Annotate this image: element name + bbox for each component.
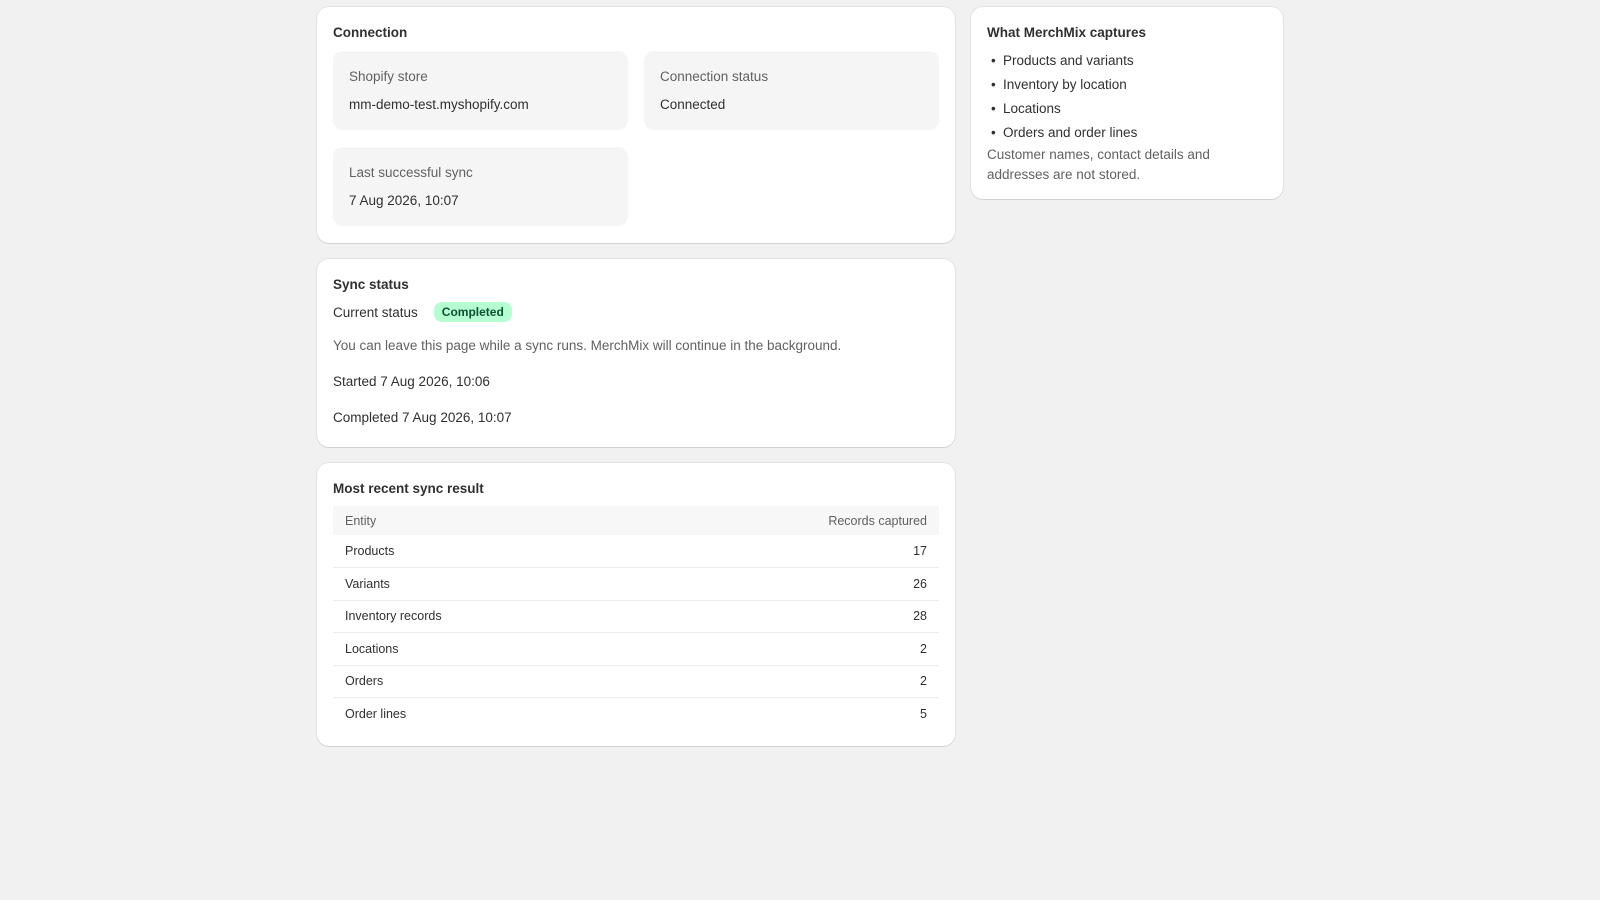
table-row: Inventory records 28 xyxy=(333,600,939,633)
current-status-label: Current status xyxy=(333,304,418,320)
list-item: Inventory by location xyxy=(987,73,1267,97)
entity-cell: Locations xyxy=(333,632,634,666)
sync-result-title: Most recent sync result xyxy=(333,481,484,496)
privacy-note: Customer names, contact details and addr… xyxy=(987,147,1210,182)
table-row: Order lines 5 xyxy=(333,698,939,731)
sync-status-card: Sync status Current status Completed You… xyxy=(317,259,955,447)
connection-status-tile: Connection status Connected xyxy=(644,51,939,130)
records-cell: 2 xyxy=(633,665,939,698)
sync-result-card: Most recent sync result Entity Records c… xyxy=(317,463,955,746)
last-sync-value: 7 Aug 2026, 10:07 xyxy=(349,193,459,208)
connection-card: Connection Shopify store mm-demo-test.my… xyxy=(317,7,955,243)
records-cell: 28 xyxy=(633,600,939,633)
entity-cell: Orders xyxy=(333,665,634,698)
connection-status-label: Connection status xyxy=(660,69,769,84)
sync-started-time: Started 7 Aug 2026, 10:06 xyxy=(333,374,490,389)
entity-cell: Products xyxy=(333,535,634,568)
connection-status-value: Connected xyxy=(660,97,726,112)
captures-card: What MerchMix captures Products and vari… xyxy=(971,7,1283,199)
sync-result-table: Entity Records captured Products 17 Vari… xyxy=(333,506,939,730)
list-item: Locations xyxy=(987,97,1267,121)
records-cell: 5 xyxy=(920,707,927,721)
records-cell: 26 xyxy=(633,567,939,601)
connection-title: Connection xyxy=(333,25,408,40)
entity-cell: Order lines xyxy=(345,707,407,721)
current-status-row: Current status Completed xyxy=(333,301,939,323)
table-row: Locations 2 xyxy=(333,632,939,666)
last-sync-label: Last successful sync xyxy=(349,165,473,180)
table-row: Variants 26 xyxy=(333,567,939,601)
entity-cell: Inventory records xyxy=(333,600,634,633)
records-cell: 2 xyxy=(633,632,939,666)
shopify-store-tile: Shopify store mm-demo-test.myshopify.com xyxy=(333,51,628,130)
table-header-row: Entity Records captured xyxy=(333,506,939,535)
table-row: Orders 2 xyxy=(333,665,939,698)
captures-title: What MerchMix captures xyxy=(987,25,1147,40)
column-header-records: Records captured xyxy=(633,506,939,535)
entity-cell: Variants xyxy=(333,567,634,601)
list-item: Orders and order lines xyxy=(987,121,1267,145)
captures-list: Products and variants Inventory by locat… xyxy=(987,49,1267,145)
last-sync-tile: Last successful sync 7 Aug 2026, 10:07 xyxy=(333,147,628,226)
sync-background-note: You can leave this page while a sync run… xyxy=(333,338,842,353)
status-badge: Completed xyxy=(433,302,512,322)
sync-completed-time: Completed 7 Aug 2026, 10:07 xyxy=(333,410,512,425)
shopify-store-value: mm-demo-test.myshopify.com xyxy=(349,97,529,112)
shopify-store-label: Shopify store xyxy=(349,69,428,84)
records-cell: 17 xyxy=(633,535,939,568)
column-header-entity: Entity xyxy=(333,506,634,535)
table-row: Products 17 xyxy=(333,535,939,568)
sync-status-title: Sync status xyxy=(333,277,409,292)
list-item: Products and variants xyxy=(987,49,1267,73)
